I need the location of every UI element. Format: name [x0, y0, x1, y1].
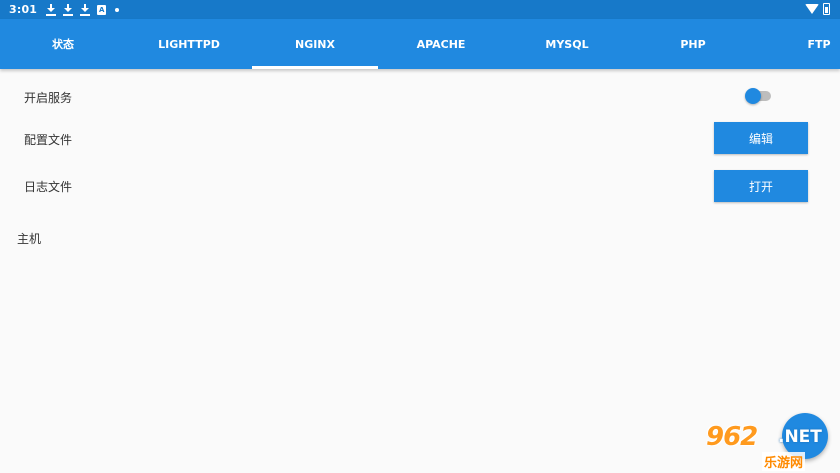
tab-ftp[interactable]: FTP	[756, 19, 840, 69]
download-icon	[80, 3, 91, 16]
tab-status[interactable]: 状态	[0, 19, 126, 69]
a-icon: A	[97, 4, 107, 15]
wifi-icon	[805, 4, 819, 14]
log-file-label: 日志文件	[24, 180, 73, 194]
watermark-site-name: 乐游网	[762, 452, 806, 471]
tab-indicator	[252, 66, 378, 69]
watermark-number: 962	[706, 422, 758, 452]
watermark-logo: 962 .NET 乐游网	[700, 422, 838, 471]
tab-apache[interactable]: APACHE	[378, 19, 504, 69]
tab-lighttpd[interactable]: LIGHTTPD	[126, 19, 252, 69]
tab-php[interactable]: PHP	[630, 19, 756, 69]
open-button[interactable]: 打开	[714, 170, 808, 202]
switch-thumb	[745, 88, 761, 104]
tab-nginx[interactable]: NGINX	[252, 19, 378, 69]
battery-icon	[823, 3, 830, 15]
download-icon	[63, 3, 74, 16]
dot-icon	[115, 7, 120, 12]
enable-service-switch[interactable]	[745, 88, 771, 104]
status-bar: 3:01 A	[0, 0, 840, 19]
download-icon	[46, 3, 57, 16]
host-label: 主机	[17, 232, 42, 246]
status-left: 3:01 A	[9, 3, 126, 16]
enable-service-label: 开启服务	[24, 91, 73, 105]
tab-bar: 状态 LIGHTTPD NGINX APACHE MYSQL PHP FTP	[0, 19, 840, 69]
tab-mysql[interactable]: MYSQL	[504, 19, 630, 69]
config-file-label: 配置文件	[24, 133, 73, 147]
status-right	[805, 3, 830, 15]
edit-button[interactable]: 编辑	[714, 122, 808, 154]
watermark-domain: .NET	[778, 427, 822, 447]
status-time: 3:01	[9, 3, 38, 16]
